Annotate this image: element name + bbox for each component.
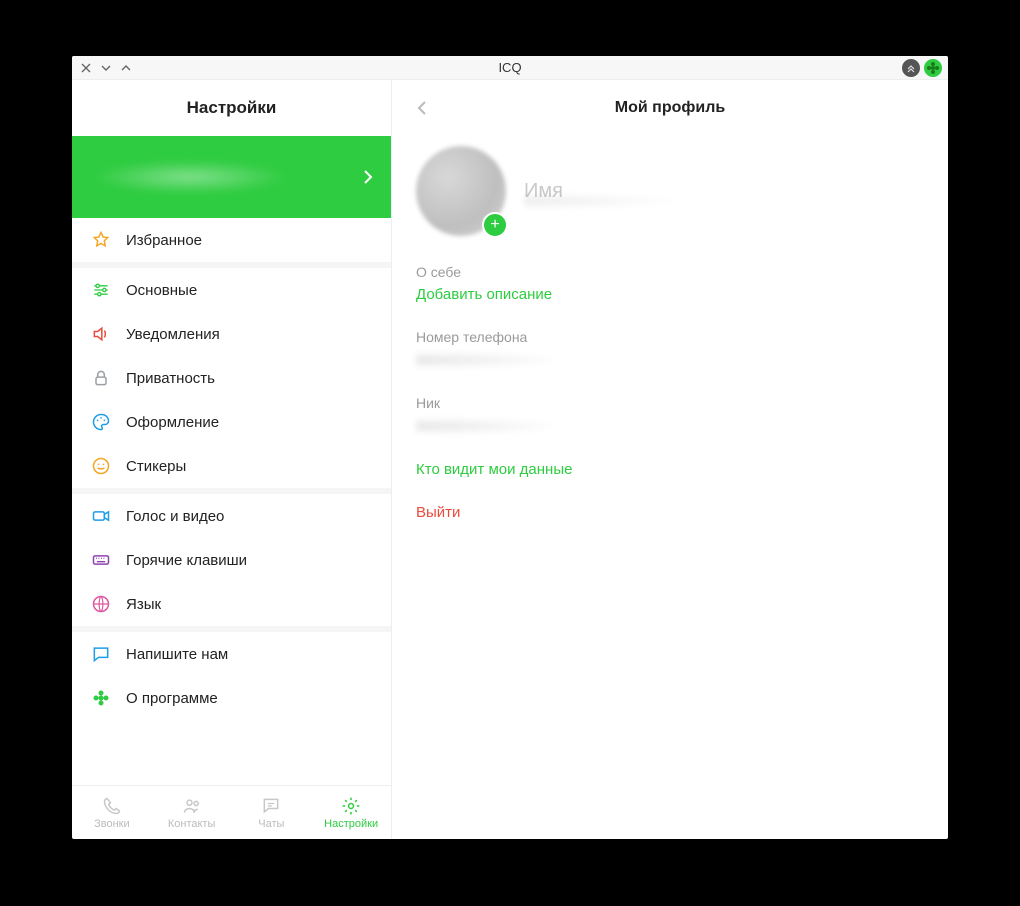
sidebar-item-notify[interactable]: Уведомления xyxy=(72,312,391,356)
minimize-icon[interactable] xyxy=(98,60,114,76)
nav-settings[interactable]: Настройки xyxy=(311,786,391,839)
chats-icon xyxy=(261,796,281,816)
speaker-icon xyxy=(90,323,112,345)
sidebar-item-voice[interactable]: Голос и видео xyxy=(72,494,391,538)
sidebar-item-label: Язык xyxy=(126,596,161,613)
contacts-icon xyxy=(182,796,202,816)
chat-icon xyxy=(90,643,112,665)
sidebar-item-favorites[interactable]: Избранное xyxy=(72,218,391,262)
phone-value-redacted xyxy=(416,351,566,369)
sidebar-item-label: Оформление xyxy=(126,414,219,431)
nav-label: Контакты xyxy=(168,818,216,830)
back-button[interactable] xyxy=(410,96,434,120)
keyboard-icon xyxy=(90,549,112,571)
phone-icon xyxy=(102,796,122,816)
bottom-nav: Звонки Контакты Чаты Настройки xyxy=(72,785,391,839)
nav-calls[interactable]: Звонки xyxy=(72,786,152,839)
sidebar-item-hotkeys[interactable]: Горячие клавиши xyxy=(72,538,391,582)
sidebar: Настройки Избранное Основные Уведомления Пр… xyxy=(72,80,392,839)
sidebar-item-label: Избранное xyxy=(126,232,202,249)
sidebar-item-language[interactable]: Язык xyxy=(72,582,391,626)
sidebar-item-label: Стикеры xyxy=(126,458,186,475)
profile-name-redacted xyxy=(90,160,290,194)
nav-contacts[interactable]: Контакты xyxy=(152,786,232,839)
sidebar-item-label: Голос и видео xyxy=(126,508,224,525)
up-circle-icon[interactable] xyxy=(902,59,920,77)
main-panel: Мой профиль + Имя О себе Добавить описан… xyxy=(392,80,948,839)
nav-label: Звонки xyxy=(94,818,130,830)
profile-name-field[interactable]: Имя xyxy=(524,173,704,209)
star-icon xyxy=(90,229,112,251)
page-title: Мой профиль xyxy=(392,99,948,117)
gear-icon xyxy=(341,796,361,816)
nav-chats[interactable]: Чаты xyxy=(232,786,312,839)
chevron-right-icon xyxy=(363,169,373,185)
close-icon[interactable] xyxy=(78,60,94,76)
add-about-link[interactable]: Добавить описание xyxy=(416,286,924,303)
camera-icon xyxy=(90,505,112,527)
sliders-icon xyxy=(90,279,112,301)
sidebar-item-label: Напишите нам xyxy=(126,646,228,663)
icq-flower-icon[interactable] xyxy=(924,59,942,77)
sidebar-item-general[interactable]: Основные xyxy=(72,268,391,312)
nav-label: Настройки xyxy=(324,818,378,830)
titlebar: ICQ xyxy=(72,56,948,80)
lock-icon xyxy=(90,367,112,389)
smile-icon xyxy=(90,455,112,477)
nick-label: Ник xyxy=(416,395,924,411)
sidebar-item-label: Уведомления xyxy=(126,326,220,343)
nav-label: Чаты xyxy=(258,818,284,830)
sidebar-title: Настройки xyxy=(72,80,391,136)
nick-value-redacted xyxy=(416,417,566,435)
sidebar-profile-card[interactable] xyxy=(72,136,391,218)
sidebar-item-theme[interactable]: Оформление xyxy=(72,400,391,444)
sidebar-item-privacy[interactable]: Приватность xyxy=(72,356,391,400)
sidebar-item-label: Горячие клавиши xyxy=(126,552,247,569)
globe-icon xyxy=(90,593,112,615)
sidebar-item-label: О программе xyxy=(126,690,218,707)
name-placeholder: Имя xyxy=(524,180,563,203)
sidebar-item-about[interactable]: О программе xyxy=(72,676,391,720)
sidebar-item-label: Приватность xyxy=(126,370,215,387)
sidebar-item-label: Основные xyxy=(126,282,197,299)
sidebar-item-stickers[interactable]: Стикеры xyxy=(72,444,391,488)
maximize-icon[interactable] xyxy=(118,60,134,76)
settings-list: Избранное Основные Уведомления Приватность О… xyxy=(72,218,391,785)
logout-link[interactable]: Выйти xyxy=(416,504,924,521)
about-label: О себе xyxy=(416,264,924,280)
phone-label: Номер телефона xyxy=(416,329,924,345)
avatar[interactable]: + xyxy=(416,146,506,236)
palette-icon xyxy=(90,411,112,433)
flower-icon xyxy=(90,687,112,709)
app-title: ICQ xyxy=(72,60,948,75)
app-window: ICQ Настройки Избранное Основные Уведомлен… xyxy=(72,56,948,839)
sidebar-item-feedback[interactable]: Напишите нам xyxy=(72,632,391,676)
privacy-visibility-link[interactable]: Кто видит мои данные xyxy=(416,461,924,478)
add-photo-icon[interactable]: + xyxy=(482,212,508,238)
